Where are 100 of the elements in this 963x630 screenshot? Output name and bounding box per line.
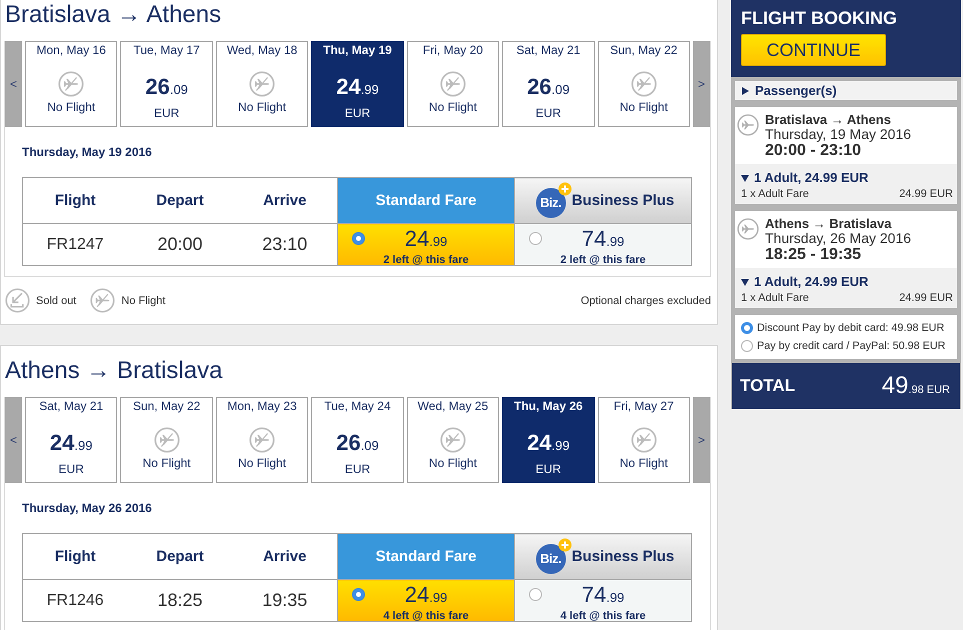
- fare-price: 24.99: [404, 583, 448, 609]
- no-flight-text: No Flight: [620, 456, 668, 471]
- date-heading: Thursday, May 19 2016: [22, 144, 153, 160]
- biz-badge: Biz.: [536, 188, 566, 218]
- prev-button[interactable]: <: [5, 41, 22, 127]
- time-range-text: 20:00 - 23:10: [765, 142, 862, 160]
- crossed-plane-icon: [58, 71, 84, 97]
- radio-button[interactable]: [352, 588, 365, 601]
- fare-price: 74.99: [582, 583, 624, 609]
- radio-button[interactable]: [741, 340, 753, 352]
- date-tile[interactable]: Fri, May 20 No Flight: [406, 41, 500, 127]
- date-tile[interactable]: Sun, May 22 No Flight: [120, 397, 213, 483]
- date-label: Mon, May 23: [227, 399, 297, 414]
- route-text: Athens → Bratislava: [765, 217, 892, 231]
- crossed-plane-icon: [630, 71, 657, 97]
- fare-line-amount: 24.99 EUR: [899, 291, 953, 305]
- next-button[interactable]: >: [693, 397, 710, 483]
- time-range-text: 18:25 - 19:35: [765, 246, 862, 264]
- price-text: 26.09: [527, 74, 570, 101]
- radio-button[interactable]: [529, 588, 542, 601]
- date-label: Sat, May 21: [516, 43, 580, 58]
- table-cell: 18:25: [128, 580, 232, 622]
- radio-button[interactable]: [741, 322, 753, 334]
- date-tile[interactable]: Thu, May 26 24.99 EUR: [502, 397, 595, 483]
- date-tile[interactable]: Mon, May 16 No Flight: [25, 41, 118, 127]
- payment-option-label: Discount Pay by debit card: 49.98 EUR: [757, 321, 944, 335]
- no-flight-text: No Flight: [620, 100, 668, 115]
- flight-date-text: Thursday, 26 May 2016: [765, 231, 912, 246]
- column-header: Arrive: [232, 178, 338, 224]
- column-header-text: Business Plus: [572, 192, 674, 209]
- fare-cell[interactable]: 24.99 4 left @ this fare: [338, 580, 514, 622]
- price-text: 24.99: [50, 430, 92, 457]
- panel-title: FLIGHT BOOKING: [741, 7, 898, 29]
- fare-price: 24.99: [404, 227, 448, 253]
- passengers-toggle[interactable]: Passenger(s): [735, 81, 957, 100]
- prev-button[interactable]: <: [5, 397, 22, 483]
- table-cell: FR1247: [22, 224, 128, 266]
- fare-line-label: 1 x Adult Fare: [741, 187, 809, 201]
- legend-label: No Flight: [121, 294, 166, 306]
- column-header: Flight: [22, 534, 128, 580]
- flight-date-text: Thursday, 19 May 2016: [765, 127, 912, 142]
- date-label: Sun, May 22: [132, 399, 200, 414]
- price-text: 24.99: [527, 430, 570, 457]
- date-tile[interactable]: Sat, May 21 26.09 EUR: [502, 41, 595, 127]
- date-label: Sun, May 22: [610, 43, 678, 58]
- fare-summary-toggle[interactable]: 1 Adult, 24.99 EUR: [741, 274, 953, 289]
- date-tile[interactable]: Sat, May 21 24.99 EUR: [25, 397, 118, 483]
- table-cell: 19:35: [232, 580, 338, 622]
- date-label: Fri, May 20: [422, 43, 483, 58]
- date-label: Tue, May 17: [134, 43, 200, 58]
- table-cell: 23:10: [232, 224, 338, 266]
- crossed-plane-icon: [154, 427, 180, 453]
- fare-cell[interactable]: 74.99 4 left @ this fare: [514, 580, 692, 622]
- currency-text: EUR: [154, 105, 180, 121]
- column-header: Depart: [128, 178, 232, 224]
- availability-text: 2 left @ this fare: [560, 254, 646, 267]
- no-flight-text: No Flight: [428, 456, 477, 471]
- price-text: 26.09: [336, 430, 379, 457]
- date-tile[interactable]: Tue, May 17 26.09 EUR: [120, 41, 213, 127]
- legend-label: Sold out: [36, 294, 76, 306]
- date-label: Wed, May 18: [226, 43, 298, 58]
- fare-line-label: 1 x Adult Fare: [741, 291, 809, 305]
- date-label: Wed, May 25: [418, 399, 488, 414]
- date-tile[interactable]: Sun, May 22 No Flight: [598, 41, 690, 127]
- plus-icon: [558, 538, 572, 552]
- date-tile[interactable]: Mon, May 23 No Flight: [216, 397, 308, 483]
- column-header: Arrive: [232, 534, 338, 580]
- date-tile[interactable]: Wed, May 25 No Flight: [406, 397, 500, 483]
- column-header: Flight: [22, 178, 128, 224]
- currency-text: EUR: [344, 461, 370, 477]
- date-tile[interactable]: Tue, May 24 26.09 EUR: [311, 397, 404, 483]
- fare-cell[interactable]: 74.99 2 left @ this fare: [514, 224, 692, 266]
- date-label: Fri, May 27: [614, 399, 674, 414]
- fare-summary-toggle[interactable]: 1 Adult, 24.99 EUR: [741, 170, 953, 185]
- crossed-plane-icon: [249, 427, 276, 453]
- date-heading: Thursday, May 26 2016: [22, 500, 153, 516]
- availability-text: 2 left @ this fare: [383, 254, 469, 267]
- date-label: Sat, May 21: [39, 399, 104, 414]
- fare-line-amount: 24.99 EUR: [899, 187, 953, 201]
- total-price: 49.98 EUR: [882, 372, 950, 400]
- no-flight-text: No Flight: [47, 100, 96, 115]
- radio-button[interactable]: [529, 232, 542, 245]
- column-header-text: Business Plus: [572, 548, 674, 565]
- crossed-plane-icon: [630, 427, 657, 453]
- date-tile[interactable]: Fri, May 27 No Flight: [598, 397, 690, 483]
- fare-price: 74.99: [582, 227, 624, 253]
- no-flight-text: No Flight: [238, 456, 286, 471]
- next-button[interactable]: >: [693, 41, 710, 127]
- currency-text: EUR: [536, 105, 562, 121]
- continue-button[interactable]: CONTINUE: [741, 34, 886, 66]
- radio-button[interactable]: [352, 232, 365, 245]
- column-header: Standard Fare: [338, 534, 514, 580]
- date-tile[interactable]: Thu, May 19 24.99 EUR: [311, 41, 404, 127]
- column-header: Standard Fare: [338, 178, 514, 224]
- date-tile[interactable]: Wed, May 18 No Flight: [216, 41, 308, 127]
- route-title: Bratislava → Athens: [5, 0, 222, 30]
- date-label: Tue, May 24: [324, 399, 391, 414]
- availability-text: 4 left @ this fare: [560, 610, 646, 623]
- currency-text: EUR: [344, 105, 370, 121]
- fare-cell[interactable]: 24.99 2 left @ this fare: [338, 224, 514, 266]
